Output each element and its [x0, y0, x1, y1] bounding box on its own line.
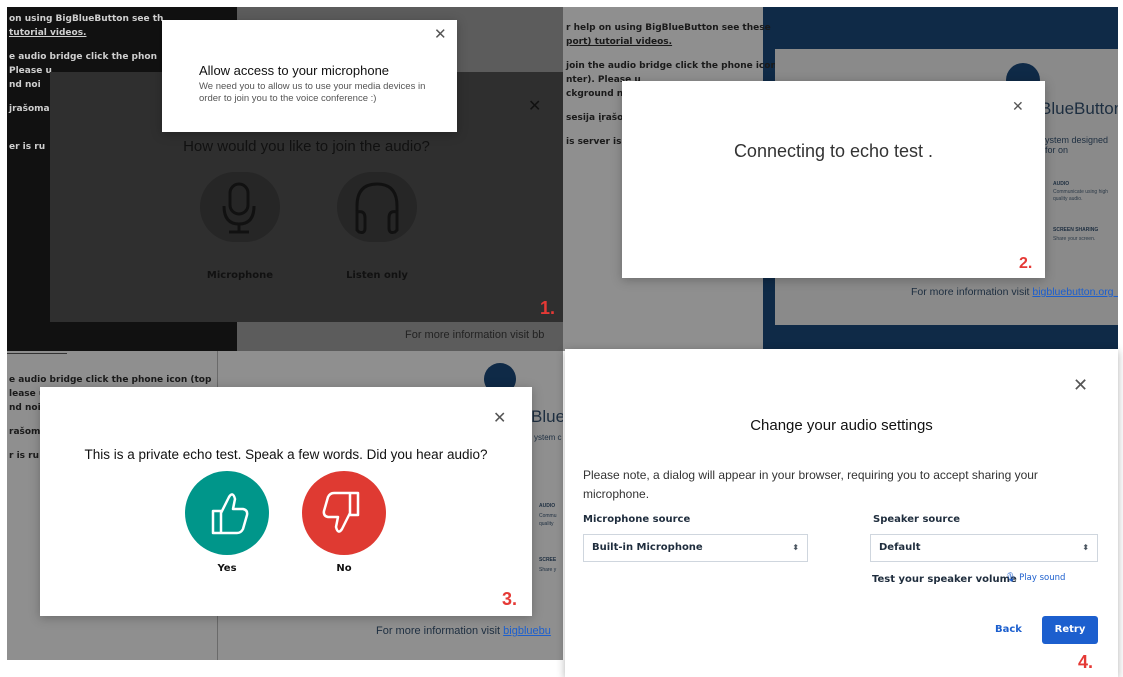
feature-screen-title: SCREEN SHARING [1053, 227, 1099, 233]
no-button[interactable] [302, 471, 386, 555]
brand-name: BlueButton [1040, 99, 1118, 118]
feature-audio-title: AUDIO [1053, 181, 1070, 187]
connecting-message: Connecting to echo test . [733, 141, 934, 161]
join-audio-title: How would you like to join the audio? [183, 138, 430, 155]
play-sound-link[interactable]: 🎙 Play sound [1005, 573, 1065, 583]
panel-2-connecting: r help on using BigBlueButton see these … [563, 7, 1118, 351]
microphone-source-label: Microphone source [583, 514, 691, 525]
test-speaker-volume-label: Test your speaker volume [872, 574, 1017, 585]
feature-audio-desc: Communicate using high quality audio. [1053, 189, 1109, 202]
background-top-line [7, 353, 67, 354]
feature-screen-desc: Share your screen. [1053, 236, 1096, 242]
thumbs-down-icon [322, 491, 360, 533]
step-number: 3. [502, 589, 518, 609]
microphone-icon: 🎙 [1005, 573, 1017, 583]
bigbluebutton-link[interactable]: bigbluebu [503, 625, 551, 637]
close-icon[interactable]: ✕ [1073, 377, 1088, 395]
echo-test-dialog: ✕ This is a private echo test. Speak a f… [40, 387, 532, 616]
thumbs-up-icon [211, 493, 249, 535]
connecting-dialog: ✕ Connecting to echo test . 2. [622, 81, 1045, 278]
brand-subtitle: ystem c [534, 433, 562, 442]
bigbluebutton-link[interactable]: bigbluebutton.org → [1032, 286, 1118, 298]
audio-settings-note: Please note, a dialog will appear in you… [583, 468, 1038, 501]
side-label-screen: SCREE [539, 557, 557, 563]
brand-subtitle: ystem designed for on [1045, 135, 1109, 155]
close-icon[interactable]: ✕ [493, 410, 506, 426]
step-number: 2. [1019, 255, 1033, 272]
back-button[interactable]: Back [995, 624, 1022, 635]
audio-settings-title: Change your audio settings [750, 417, 933, 434]
side-label-audio-desc2: quality [539, 521, 554, 527]
side-label-audio: AUDIO [539, 503, 556, 509]
background-footer-text: For more information visit bigbluebutton… [911, 286, 1118, 298]
close-icon[interactable]: ✕ [528, 98, 541, 114]
background-footer-text: For more information visit bb [405, 329, 545, 341]
speaker-source-select[interactable]: Default ⬍ [870, 534, 1098, 562]
side-label-audio-desc: Commu [539, 513, 557, 519]
panel-1-join-audio: on using BigBlueButton see th tutorial v… [7, 7, 563, 351]
retry-button[interactable]: Retry [1042, 616, 1098, 644]
microphone-source-select[interactable]: Built-in Microphone ⬍ [583, 534, 808, 562]
brand-name: Blue [531, 407, 563, 426]
yes-label[interactable]: Yes [185, 563, 269, 574]
close-icon[interactable]: ✕ [1012, 100, 1024, 114]
panel-4-audio-settings: ✕ Change your audio settings Please note… [565, 349, 1118, 677]
listen-only-button[interactable] [337, 172, 417, 242]
step-number: 4. [1078, 652, 1094, 672]
echo-test-question: This is a private echo test. Speak a few… [84, 447, 488, 462]
background-footer-text: For more information visit bigbluebu [376, 625, 551, 637]
yes-button[interactable] [185, 471, 269, 555]
listen-only-label[interactable]: Listen only [337, 270, 417, 281]
panel-3-echo-test: e audio bridge click the phone icon (top… [7, 351, 563, 660]
select-arrows-icon: ⬍ [1082, 543, 1089, 552]
microphone-label[interactable]: Microphone [200, 270, 280, 281]
no-label[interactable]: No [302, 563, 386, 574]
close-icon[interactable]: ✕ [434, 27, 447, 42]
microphone-permission-popup: ✕ Allow access to your microphone We nee… [162, 20, 457, 132]
side-label-screen-desc: Share y [539, 567, 557, 573]
microphone-button[interactable] [200, 172, 280, 242]
step-number: 1. [540, 298, 556, 318]
headphones-icon [355, 182, 399, 234]
permission-body: We need you to allow us to use your medi… [199, 81, 426, 104]
permission-title: Allow access to your microphone [199, 63, 390, 78]
speaker-source-label: Speaker source [873, 514, 961, 525]
select-arrows-icon: ⬍ [792, 543, 799, 552]
microphone-icon [222, 182, 256, 234]
